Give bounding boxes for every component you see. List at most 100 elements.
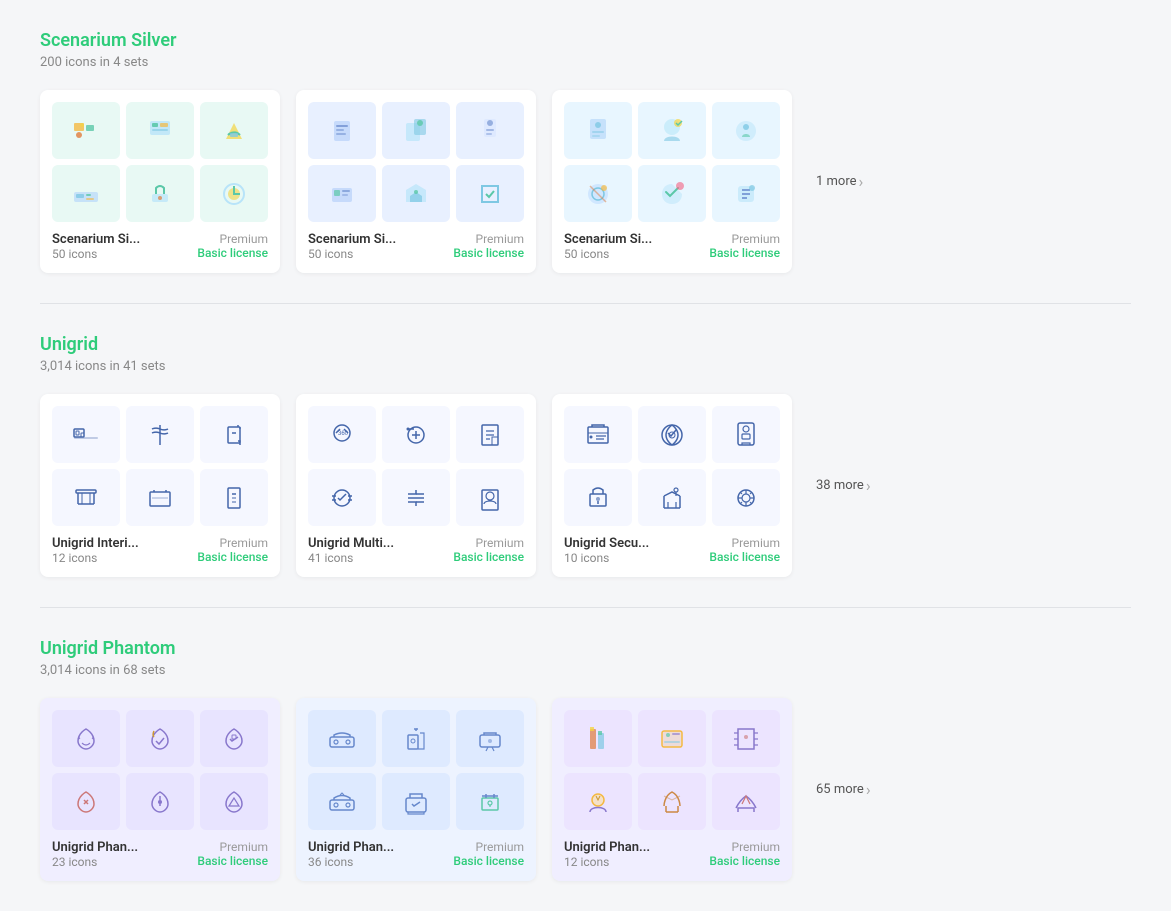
set-count: 41 icons: [308, 551, 394, 565]
icon-cell: [308, 165, 376, 222]
icon-cell: [200, 773, 268, 830]
set-count: 50 icons: [52, 247, 140, 261]
icon-cell: 360: [308, 406, 376, 463]
set-card-footer: Unigrid Interi... 12 icons Premium Basic…: [52, 536, 268, 565]
tier-badge: Premium: [197, 840, 268, 854]
set-card-footer: Scenarium Si... 50 icons Premium Basic l…: [308, 232, 524, 261]
set-card-icons: [52, 102, 268, 222]
sets-row: Scenarium Si... 50 icons Premium Basic l…: [40, 90, 1131, 273]
icon-cell: [126, 710, 194, 767]
set-card[interactable]: Unigrid Secu... 10 icons Premium Basic l…: [552, 394, 792, 577]
set-card[interactable]: Scenarium Si... 50 icons Premium Basic l…: [296, 90, 536, 273]
icon-cell: [308, 710, 376, 767]
icon-cell: [638, 165, 706, 222]
license-badge: Basic license: [197, 854, 268, 868]
icon-cell: [456, 102, 524, 159]
icon-cell: [564, 773, 632, 830]
icon-cell: [712, 469, 780, 526]
set-card-footer: Unigrid Secu... 10 icons Premium Basic l…: [564, 536, 780, 565]
more-label: 38 more: [816, 478, 864, 493]
set-card-footer: Unigrid Multi... 41 icons Premium Basic …: [308, 536, 524, 565]
section-subtitle: 3,014 icons in 41 sets: [40, 359, 1131, 374]
icon-cell: [200, 102, 268, 159]
icon-cell: [52, 469, 120, 526]
chevron-right-icon: ›: [859, 172, 864, 191]
set-count: 12 icons: [564, 855, 650, 869]
set-count: 50 icons: [564, 247, 652, 261]
set-card-icons: [52, 710, 268, 830]
set-card[interactable]: Unigrid Phan... 12 icons Premium Basic l…: [552, 698, 792, 881]
set-card-icons: [308, 102, 524, 222]
set-card[interactable]: Unigrid Interi... 12 icons Premium Basic…: [40, 394, 280, 577]
icon-cell: [200, 406, 268, 463]
chevron-right-icon: ›: [866, 780, 871, 799]
icon-cell: [52, 406, 120, 463]
set-name: Unigrid Phan...: [308, 840, 394, 855]
svg-text:360: 360: [338, 431, 349, 437]
icon-cell: [126, 102, 194, 159]
license-badge: Basic license: [453, 854, 524, 868]
section-title: Unigrid Phantom: [40, 638, 1131, 659]
icon-cell: [456, 406, 524, 463]
set-name: Unigrid Secu...: [564, 536, 649, 551]
icon-cell: [382, 469, 450, 526]
icon-cell: [308, 469, 376, 526]
set-card-icons: [564, 102, 780, 222]
icon-cell: [564, 165, 632, 222]
section-header: Scenarium Silver 200 icons in 4 sets: [40, 30, 1131, 70]
more-button[interactable]: 38 more ›: [808, 476, 871, 495]
more-button[interactable]: 65 more ›: [808, 780, 871, 799]
icon-cell: [52, 102, 120, 159]
set-name: Unigrid Multi...: [308, 536, 394, 551]
set-card-icons: [564, 406, 780, 526]
more-label: 1 more: [816, 174, 857, 189]
icon-cell: [638, 469, 706, 526]
set-count: 36 icons: [308, 855, 394, 869]
set-card[interactable]: Unigrid Phan... 36 icons Premium Basic l…: [296, 698, 536, 881]
more-button[interactable]: 1 more ›: [808, 172, 863, 191]
chevron-right-icon: ›: [866, 476, 871, 495]
icon-cell: [456, 773, 524, 830]
icon-cell: [52, 710, 120, 767]
section-unigrid: Unigrid 3,014 icons in 41 sets: [40, 304, 1131, 608]
set-card-icons: [308, 710, 524, 830]
set-card[interactable]: Scenarium Si... 50 icons Premium Basic l…: [552, 90, 792, 273]
icon-cell: [52, 165, 120, 222]
section-subtitle: 200 icons in 4 sets: [40, 55, 1131, 70]
icon-cell: [638, 773, 706, 830]
icon-cell: [712, 773, 780, 830]
icon-cell: [712, 710, 780, 767]
icon-cell: [382, 102, 450, 159]
icon-cell: [638, 710, 706, 767]
set-name: Scenarium Si...: [308, 232, 396, 247]
icon-cell: [382, 773, 450, 830]
icon-cell: [456, 469, 524, 526]
set-card-icons: [564, 710, 780, 830]
section-title: Scenarium Silver: [40, 30, 1131, 51]
set-card-footer: Unigrid Phan... 23 icons Premium Basic l…: [52, 840, 268, 869]
icon-cell: [638, 406, 706, 463]
tier-badge: Premium: [197, 536, 268, 550]
icon-cell: [382, 406, 450, 463]
icon-cell: [126, 406, 194, 463]
icon-cell: [564, 710, 632, 767]
set-card[interactable]: Unigrid Phan... 23 icons Premium Basic l…: [40, 698, 280, 881]
tier-badge: Premium: [453, 840, 524, 854]
icon-cell: [200, 710, 268, 767]
set-name: Unigrid Interi...: [52, 536, 139, 551]
set-card-icons: 360: [308, 406, 524, 526]
set-card[interactable]: Scenarium Si... 50 icons Premium Basic l…: [40, 90, 280, 273]
icon-cell: [712, 406, 780, 463]
tier-badge: Premium: [709, 840, 780, 854]
icon-cell: [52, 773, 120, 830]
license-badge: Basic license: [709, 246, 780, 260]
set-card-icons: [52, 406, 268, 526]
set-card-footer: Unigrid Phan... 12 icons Premium Basic l…: [564, 840, 780, 869]
icon-cell: [564, 406, 632, 463]
license-badge: Basic license: [197, 550, 268, 564]
set-card[interactable]: 360: [296, 394, 536, 577]
page-container: Scenarium Silver 200 icons in 4 sets: [0, 0, 1171, 911]
icon-cell: [308, 102, 376, 159]
more-label: 65 more: [816, 782, 864, 797]
icon-cell: [712, 102, 780, 159]
